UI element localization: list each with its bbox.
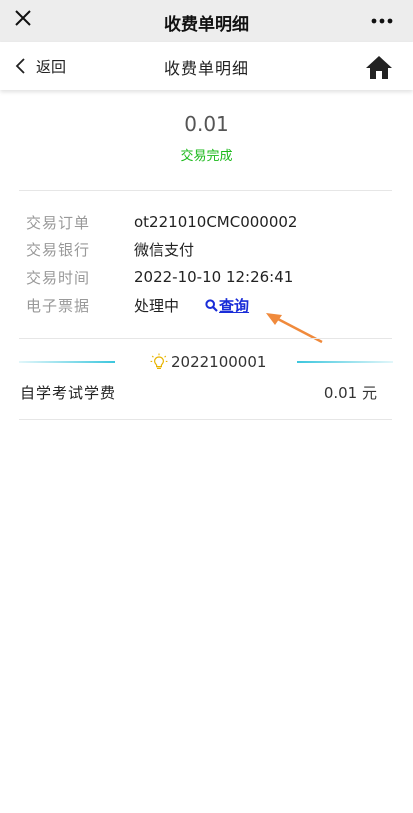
divider (19, 419, 392, 420)
wechat-page-title: 收费单明细 (164, 15, 249, 35)
detail-value: 处理中 (134, 296, 180, 315)
annotation-arrow-icon (266, 313, 323, 344)
detail-label: 电子票据 (26, 296, 91, 315)
detail-row-invoice: 电子票据 处理中 查询 (26, 294, 249, 316)
fee-item-name: 自学考试学费 (20, 384, 117, 402)
query-link-label: 查询 (219, 296, 250, 315)
more-options-icon[interactable] (371, 18, 393, 24)
bill-number: 2022100001 (171, 353, 267, 371)
bill-header-line-right (297, 361, 393, 363)
detail-label: 交易订单 (26, 213, 91, 232)
fee-item-amount: 0.01 元 (323, 384, 377, 402)
detail-row-order: 交易订单 ot221010CMC000002 (26, 211, 297, 233)
page-title: 收费单明细 (163, 59, 249, 78)
transaction-status: 交易完成 (180, 149, 233, 164)
detail-value: 2022-10-10 12:26:41 (134, 268, 294, 286)
query-link[interactable]: 查询 (205, 295, 249, 316)
detail-row-time: 交易时间 2022-10-10 12:26:41 (26, 266, 293, 288)
search-icon (205, 298, 218, 312)
home-icon[interactable] (365, 54, 393, 80)
detail-label: 交易银行 (26, 240, 91, 259)
wechat-title-bar: 收费单明细 (0, 0, 413, 42)
divider (19, 338, 392, 339)
detail-value: ot221010CMC000002 (134, 213, 298, 231)
divider (19, 190, 392, 191)
lightbulb-icon (150, 353, 168, 369)
payment-amount: 0.01 (184, 112, 229, 136)
page-nav-bar: 返回 收费单明细 (0, 42, 413, 90)
bill-header-line-left (19, 361, 115, 363)
detail-value: 微信支付 (134, 240, 195, 259)
detail-label: 交易时间 (26, 268, 91, 287)
bill-header: 2022100001 (150, 352, 266, 372)
detail-row-bank: 交易银行 微信支付 (26, 238, 194, 260)
